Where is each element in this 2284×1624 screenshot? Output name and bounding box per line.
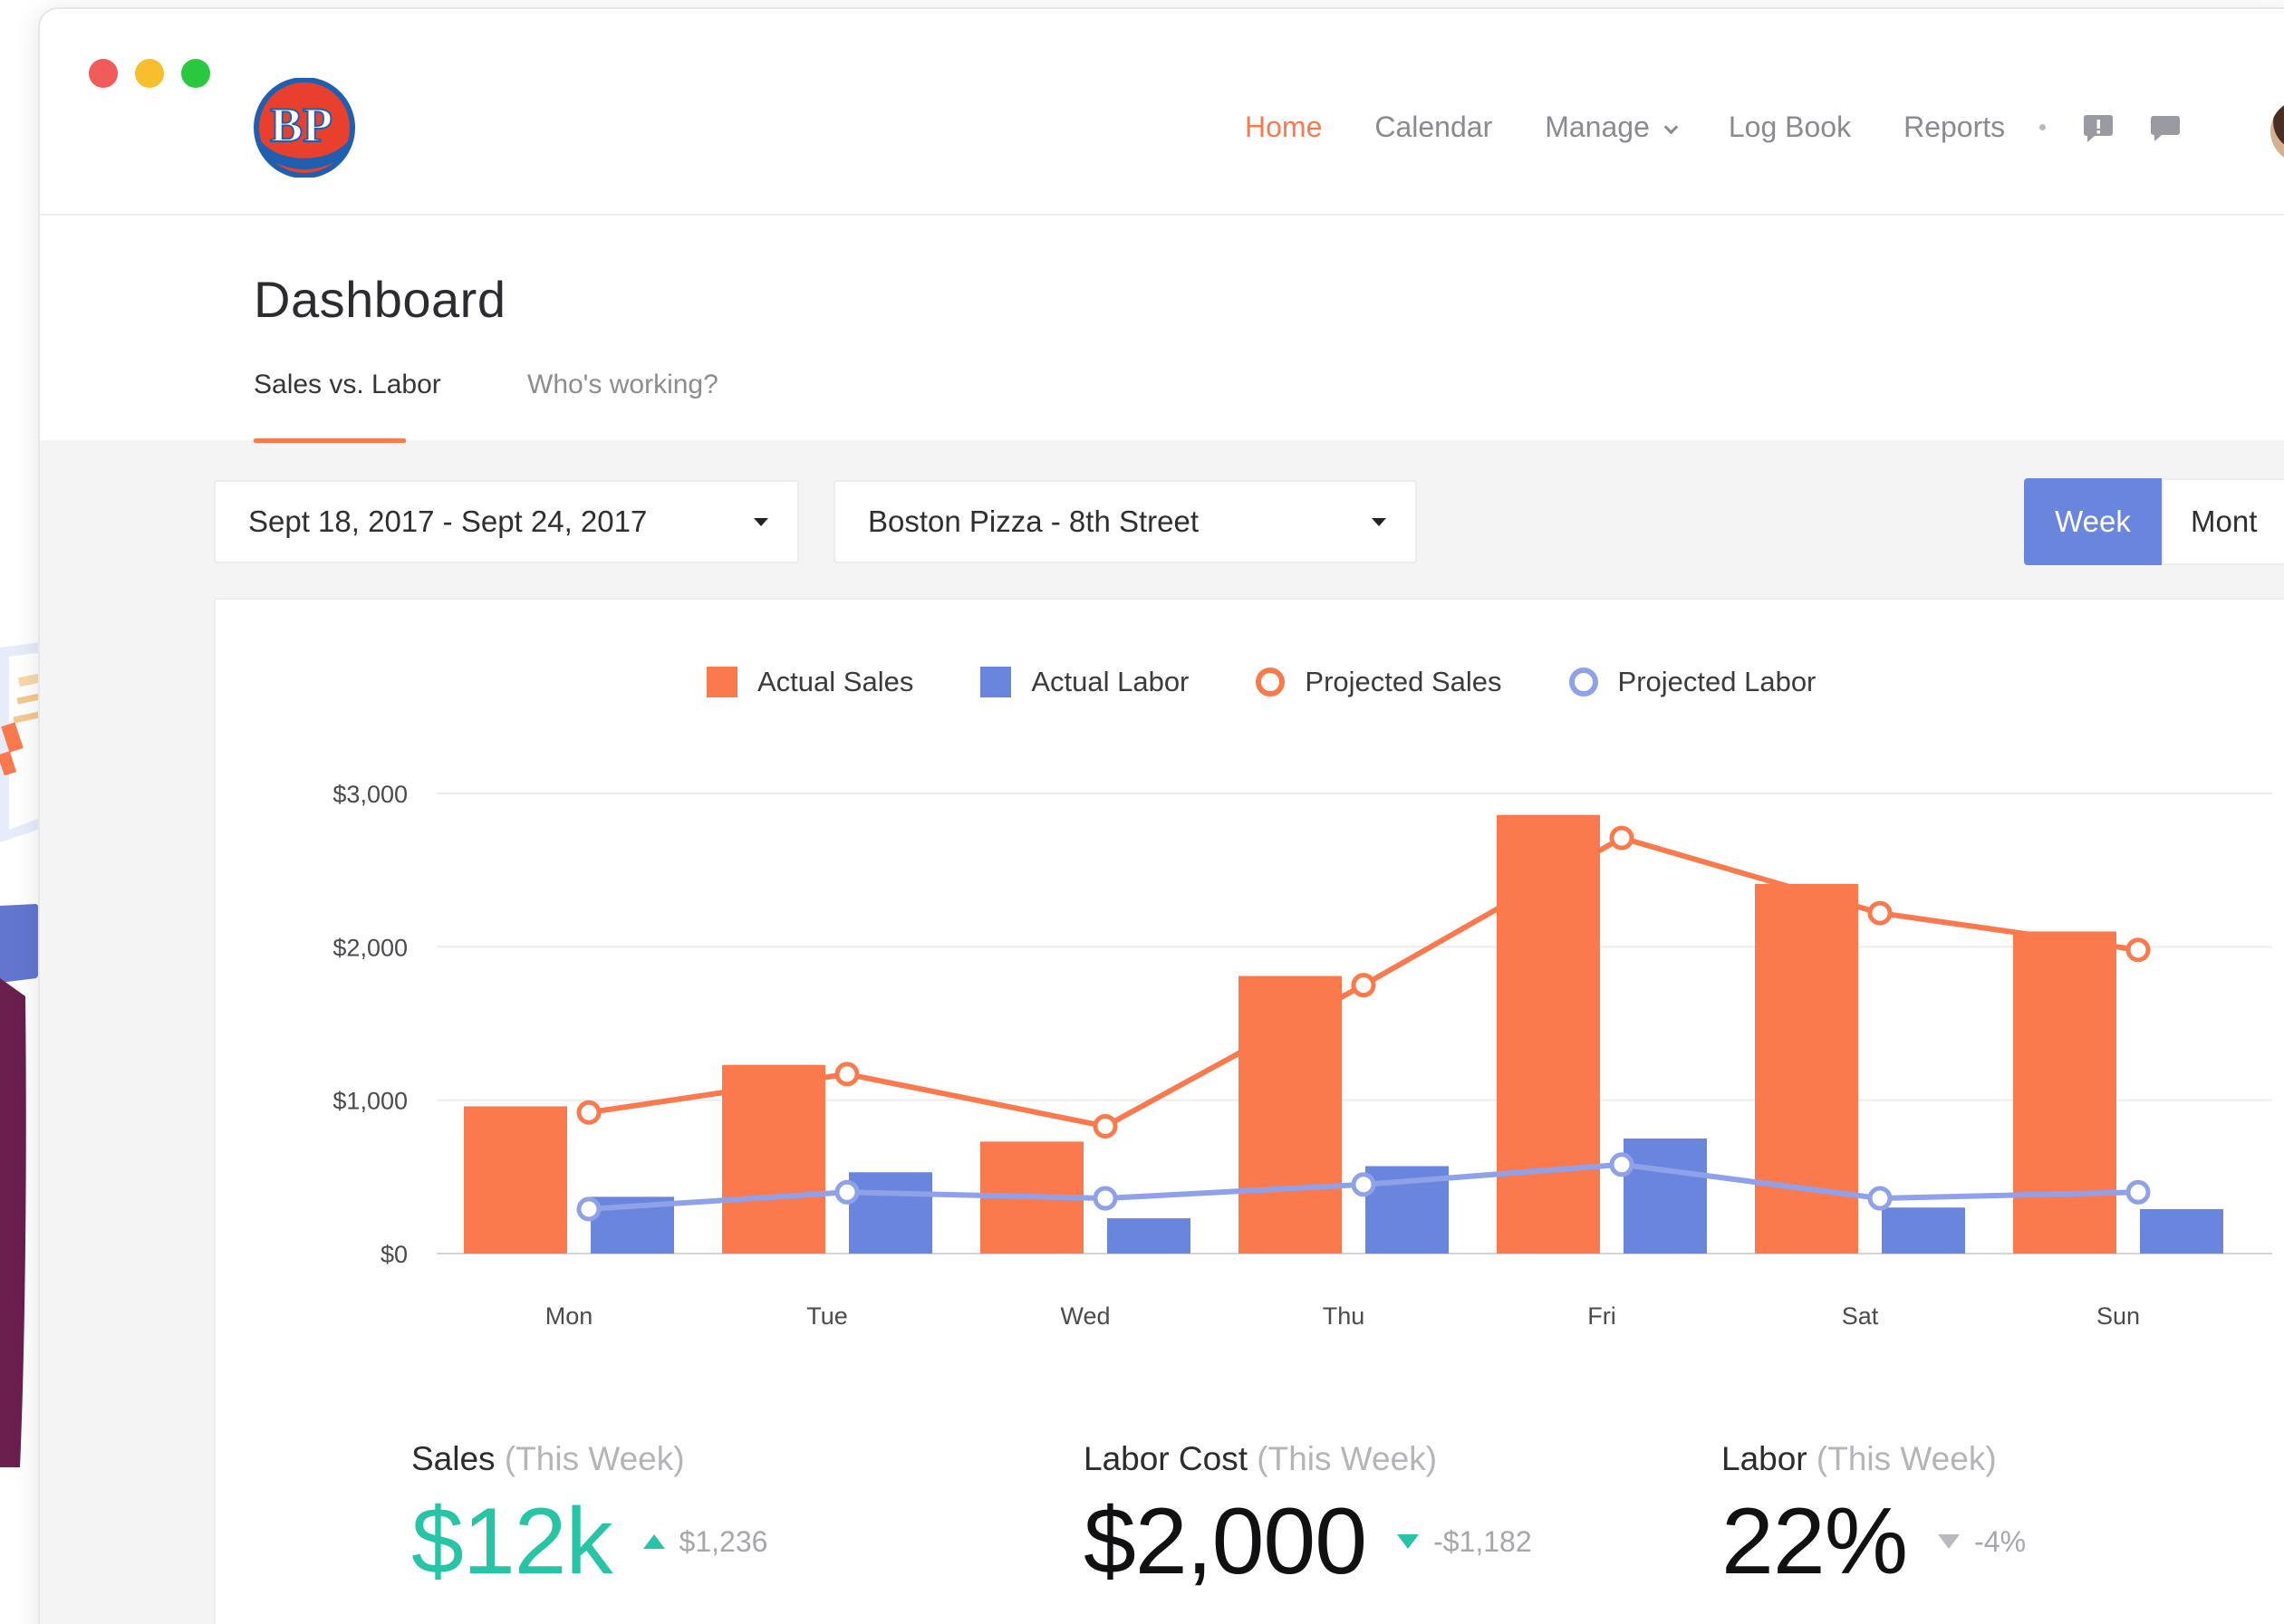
stat-labor-percent: Labor (This Week) 22% -4% xyxy=(1721,1440,2026,1589)
x-tick-label: Sat xyxy=(1842,1302,1879,1330)
bar-actual-labor xyxy=(1882,1207,1965,1254)
projected-sales-point xyxy=(1351,973,1376,998)
bar-actual-labor xyxy=(1107,1218,1190,1254)
stat-label: Labor Cost (This Week) xyxy=(1084,1440,1532,1478)
projected-labor-point xyxy=(1351,1172,1376,1197)
stat-row: $2,000 -$1,182 xyxy=(1084,1494,1532,1589)
projected-sales-point xyxy=(834,1062,860,1087)
projected-sales-point xyxy=(1093,1113,1118,1139)
trend-down-icon xyxy=(1938,1534,1961,1549)
x-tick-label: Mon xyxy=(545,1302,593,1330)
stat-qualifier: (This Week) xyxy=(1257,1440,1438,1477)
projected-labor-point xyxy=(2125,1179,2151,1205)
bar-actual-sales xyxy=(1755,883,1858,1254)
stat-row: 22% -4% xyxy=(1721,1494,2026,1589)
x-tick-label: Sun xyxy=(2096,1302,2140,1330)
stat-delta: $1,236 xyxy=(642,1524,768,1559)
stat-delta-value: -4% xyxy=(1974,1524,2027,1558)
sales-labor-chart: $0 $1,000 $2,000 $3,000 Mon Tue Wed Thu Fri Sat Su… xyxy=(332,781,2272,1330)
projected-labor-point xyxy=(1093,1186,1118,1211)
bar-actual-sales xyxy=(2013,931,2116,1254)
y-tick-label: $2,000 xyxy=(332,934,408,961)
trend-down-icon xyxy=(1397,1534,1420,1549)
x-tick-label: Thu xyxy=(1323,1302,1365,1330)
bar-actual-labor xyxy=(1624,1139,1707,1254)
stat-value: $12k xyxy=(411,1489,613,1594)
projected-labor-point xyxy=(1867,1186,1893,1211)
bar-actual-sales xyxy=(464,1106,567,1254)
stat-value: 22% xyxy=(1721,1489,1908,1594)
x-tick-label: Tue xyxy=(806,1302,848,1330)
bar-actual-labor xyxy=(849,1172,932,1254)
trend-up-icon xyxy=(642,1534,665,1549)
stat-delta-value: $1,236 xyxy=(679,1524,768,1558)
projected-sales-point xyxy=(1867,900,1893,926)
projected-labor-point xyxy=(1609,1152,1634,1177)
stat-label: Labor (This Week) xyxy=(1721,1440,2026,1478)
stat-value: $2,000 xyxy=(1084,1489,1367,1594)
stat-delta: -$1,182 xyxy=(1397,1525,1532,1559)
y-tick-label: $0 xyxy=(381,1241,408,1268)
projected-labor-point xyxy=(576,1196,602,1222)
projected-sales-point xyxy=(576,1100,602,1125)
bar-actual-labor xyxy=(2140,1208,2223,1254)
stat-title: Labor Cost xyxy=(1084,1440,1248,1477)
stat-title: Labor xyxy=(1721,1440,1807,1477)
stat-qualifier: (This Week) xyxy=(1816,1440,1997,1477)
stat-row: $12k $1,236 xyxy=(411,1494,767,1589)
stat-title: Sales xyxy=(411,1440,496,1477)
stat-delta-value: -$1,182 xyxy=(1433,1524,1532,1558)
stat-labor-cost: Labor Cost (This Week) $2,000 -$1,182 xyxy=(1084,1440,1532,1589)
bar-actual-sales xyxy=(1238,975,1342,1254)
x-tick-label: Wed xyxy=(1060,1302,1110,1330)
stat-label: Sales (This Week) xyxy=(411,1440,767,1478)
stat-delta: -4% xyxy=(1938,1525,2026,1559)
projected-labor-point xyxy=(834,1179,860,1205)
projected-sales-point xyxy=(2125,937,2151,963)
x-tick-label: Fri xyxy=(1587,1302,1615,1330)
y-tick-label: $1,000 xyxy=(332,1088,408,1115)
projected-sales-point xyxy=(1609,825,1634,850)
y-tick-label: $3,000 xyxy=(332,781,408,808)
stat-sales: Sales (This Week) $12k $1,236 xyxy=(411,1440,767,1589)
stat-qualifier: (This Week) xyxy=(504,1440,685,1477)
bar-actual-sales xyxy=(722,1064,825,1254)
